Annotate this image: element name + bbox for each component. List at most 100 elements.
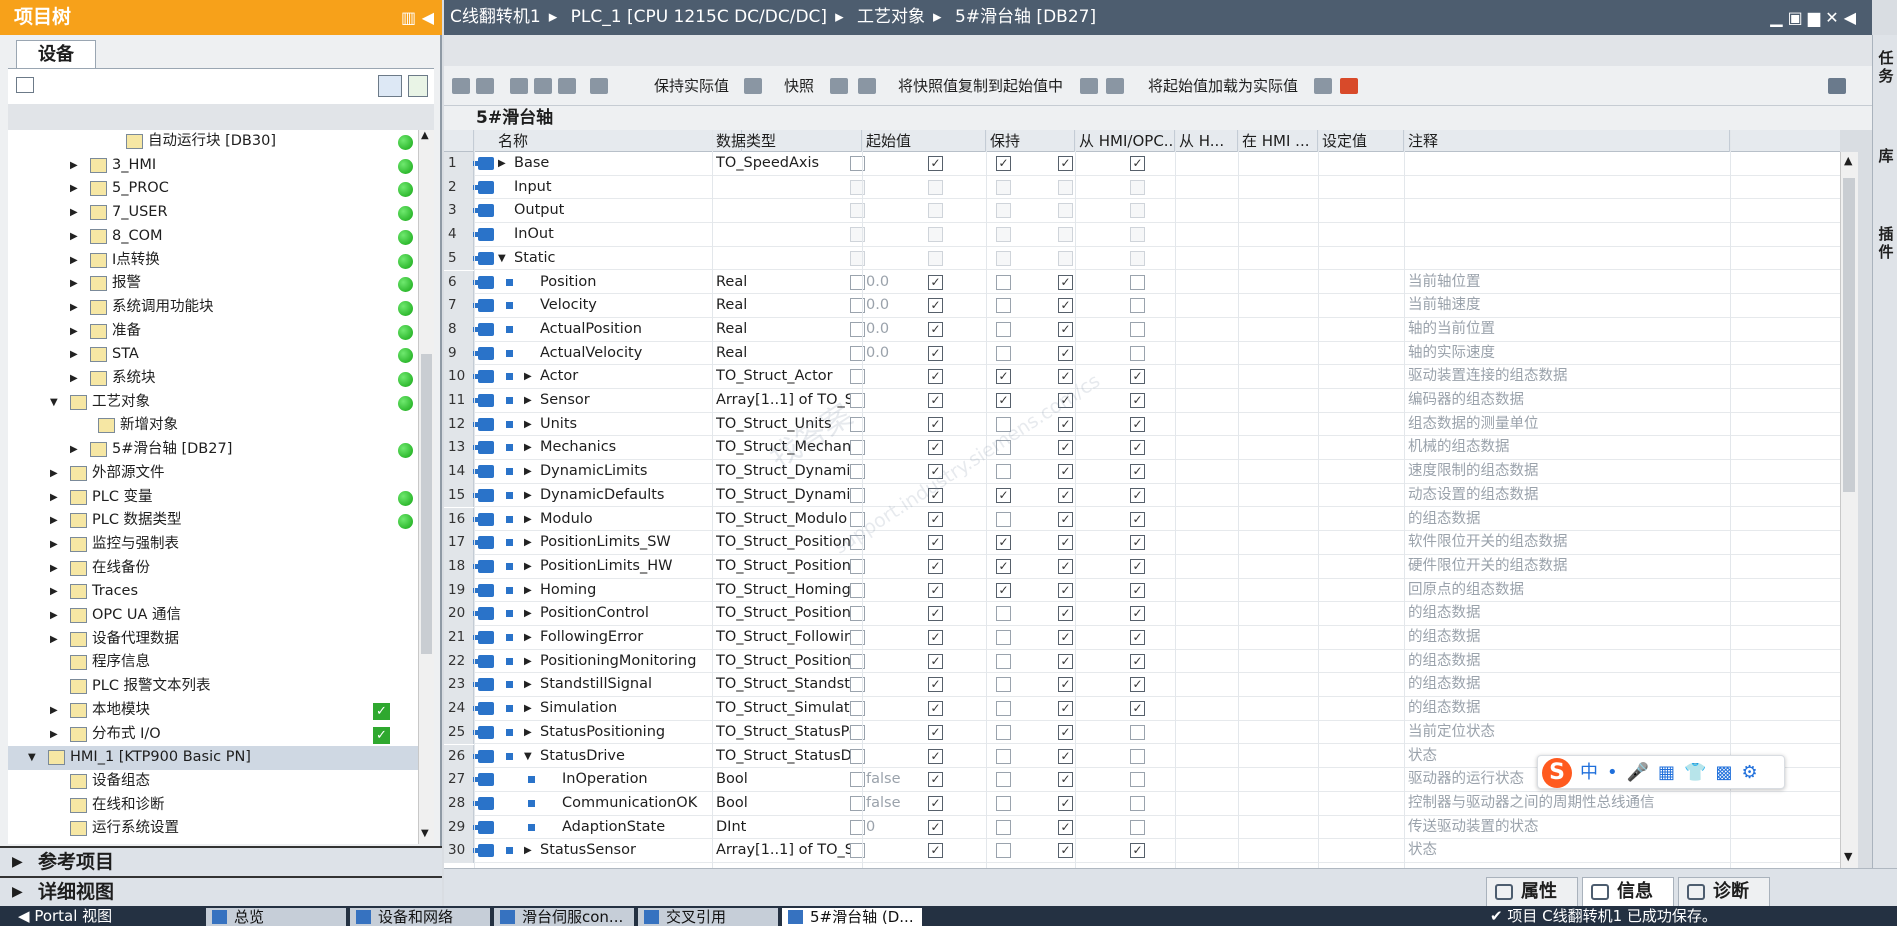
task-db27[interactable]: 5#滑台轴 (D... (782, 908, 922, 926)
table-row[interactable]: 15 ▶ DynamicDefaults TO_Struct_Dynami... ✓ ✓ ✓… (444, 483, 1840, 508)
checkbox[interactable] (996, 274, 1011, 290)
checkbox[interactable]: ✓ (928, 795, 943, 811)
checkbox[interactable] (996, 511, 1011, 527)
tree-scrollbar[interactable]: ▲ ▼ (418, 130, 434, 844)
table-row[interactable]: 4 InOut (444, 223, 1840, 247)
tree-item[interactable]: ▶ 准备 (8, 320, 418, 344)
cell-comment[interactable]: 的组态数据 (1408, 602, 1728, 626)
cell-name[interactable]: AdaptionState (562, 816, 710, 840)
checkbox[interactable] (1130, 179, 1145, 195)
tree-item[interactable]: ▶ 分布式 I/O ✓ (8, 723, 418, 747)
keep-actual-icon[interactable] (744, 78, 762, 94)
checkbox[interactable] (996, 653, 1011, 669)
table-row[interactable]: 12 ▶ Units TO_Struct_Units ✓ ✓ ✓ 组态数据的测量单位 (444, 412, 1840, 437)
chevron-right-icon[interactable]: ▶ (50, 723, 62, 747)
tree-scroll-thumb[interactable] (421, 354, 432, 654)
task-devices-networks[interactable]: 设备和网络 (350, 908, 490, 926)
checkbox[interactable] (996, 748, 1011, 764)
tree-item[interactable]: ▶ 7_USER (8, 201, 418, 225)
cell-name[interactable]: FollowingError (540, 626, 710, 650)
tree-item[interactable]: 运行系统设置 (8, 817, 418, 841)
tree-item[interactable]: 设备组态 (8, 770, 418, 794)
checkbox[interactable] (996, 321, 1011, 337)
cell-comment[interactable]: 的组态数据 (1408, 508, 1728, 532)
checkbox[interactable]: ✓ (1058, 416, 1073, 432)
cell-comment[interactable]: 编码器的组态数据 (1408, 389, 1728, 413)
checkbox[interactable] (1130, 321, 1145, 337)
checkbox[interactable]: ✓ (1130, 156, 1145, 171)
tree-item[interactable]: ▼ HMI_1 [KTP900 Basic PN] (8, 746, 418, 770)
checkbox[interactable] (1130, 345, 1145, 361)
checkbox[interactable] (1130, 227, 1145, 243)
tree-item[interactable]: ▼ 工艺对象 (8, 391, 418, 415)
cell-datatype[interactable]: TO_Struct_Position... (716, 602, 858, 626)
table-row[interactable]: 13 ▶ Mechanics TO_Struct_Mechani... ✓ ✓ ✓ 机械的组态… (444, 436, 1840, 461)
checkbox[interactable]: ✓ (928, 416, 943, 432)
checkbox[interactable]: ✓ (1058, 606, 1073, 622)
cell-comment[interactable]: 当前轴速度 (1408, 294, 1728, 318)
checkbox[interactable] (996, 416, 1011, 432)
checkbox[interactable] (996, 795, 1011, 811)
checkbox[interactable]: ✓ (928, 464, 943, 480)
cell-datatype[interactable]: Real (716, 271, 858, 295)
checkbox[interactable]: ✓ (928, 653, 943, 669)
checkbox[interactable] (1130, 795, 1145, 811)
chevron-right-icon[interactable]: ▶ (50, 462, 62, 486)
checkbox[interactable]: ✓ (928, 772, 943, 788)
cell-comment[interactable]: 驱动装置连接的组态数据 (1408, 365, 1728, 389)
cell-datatype[interactable]: TO_Struct_Modulo (716, 508, 858, 532)
chevron-right-icon[interactable]: ▶ (50, 580, 62, 604)
cell-datatype[interactable]: TO_SpeedAxis (716, 152, 858, 176)
checkbox[interactable]: ✓ (1058, 724, 1073, 740)
checkbox[interactable]: ✓ (928, 748, 943, 764)
tab-addins[interactable]: 插件 (1876, 225, 1896, 261)
checkbox[interactable] (996, 464, 1011, 480)
checkbox[interactable]: ✓ (1058, 582, 1073, 598)
snapshot-button[interactable]: 快照 (784, 66, 814, 106)
cell-datatype[interactable]: Real (716, 318, 858, 342)
table-row[interactable]: 9 ActualVelocity Real 0.0 ✓ ✓ 轴的实际速度 (444, 341, 1840, 366)
cell-start-value[interactable]: 0.0 (866, 271, 982, 295)
checkbox[interactable]: ✓ (1058, 748, 1073, 764)
chevron-right-icon[interactable]: ▶ (524, 555, 532, 579)
cell-name[interactable]: StatusPositioning (540, 721, 710, 745)
header-retain[interactable]: 保持 (986, 130, 1075, 152)
checkbox[interactable] (1058, 203, 1073, 219)
tree-item[interactable]: 程序信息 (8, 651, 418, 675)
cell-name[interactable]: CommunicationOK (562, 792, 710, 816)
chevron-down-icon[interactable]: ▼ (50, 391, 62, 415)
insert-row-icon[interactable] (452, 78, 470, 94)
checkbox[interactable]: ✓ (928, 630, 943, 645)
checkbox[interactable]: ✓ (928, 298, 943, 314)
cell-datatype[interactable]: DInt (716, 816, 858, 840)
checkbox[interactable]: ✓ (1130, 630, 1145, 645)
chevron-right-icon[interactable]: ▶ (70, 177, 82, 201)
cell-name[interactable]: Modulo (540, 508, 710, 532)
snapshot-load-icon[interactable] (858, 78, 876, 94)
checkbox[interactable] (996, 724, 1011, 740)
chevron-down-icon[interactable]: ▼ (498, 247, 506, 271)
checkbox[interactable]: ✓ (928, 843, 943, 859)
breadcrumb-tech-objects[interactable]: 工艺对象 (857, 7, 925, 27)
ime-toolbar[interactable]: S 中•🎤▦👕▩⚙ (1537, 755, 1785, 789)
cell-datatype[interactable]: TO_Struct_Position... (716, 531, 858, 555)
checkbox[interactable] (1130, 748, 1145, 764)
tree-item[interactable]: ▶ Traces (8, 580, 418, 604)
cell-comment[interactable]: 轴的实际速度 (1408, 342, 1728, 366)
portal-view-button[interactable]: ◀ Portal 视图 (18, 906, 112, 926)
checkbox[interactable]: ✓ (996, 393, 1011, 408)
tree-item[interactable]: ▶ STA (8, 343, 418, 367)
tree-item[interactable]: ▶ PLC 数据类型 (8, 509, 418, 533)
checkbox[interactable] (996, 250, 1011, 266)
checkbox[interactable]: ✓ (996, 369, 1011, 385)
table-row[interactable]: 16 ▶ Modulo TO_Struct_Modulo ✓ ✓ ✓ 的组态数据 (444, 507, 1840, 532)
cell-datatype[interactable]: TO_Struct_Position... (716, 555, 858, 579)
chevron-right-icon[interactable]: ▶ (50, 604, 62, 628)
load-start-values-button[interactable]: 将起始值加载为实际值 (1148, 66, 1298, 106)
ime-logo-icon[interactable]: S (1542, 758, 1572, 788)
scroll-down-icon[interactable]: ▼ (1844, 850, 1852, 863)
cell-name[interactable]: ActualPosition (540, 318, 710, 342)
cell-name[interactable]: Units (540, 413, 710, 437)
chevron-right-icon[interactable]: ▶ (50, 486, 62, 510)
chevron-down-icon[interactable]: ▼ (28, 746, 40, 770)
